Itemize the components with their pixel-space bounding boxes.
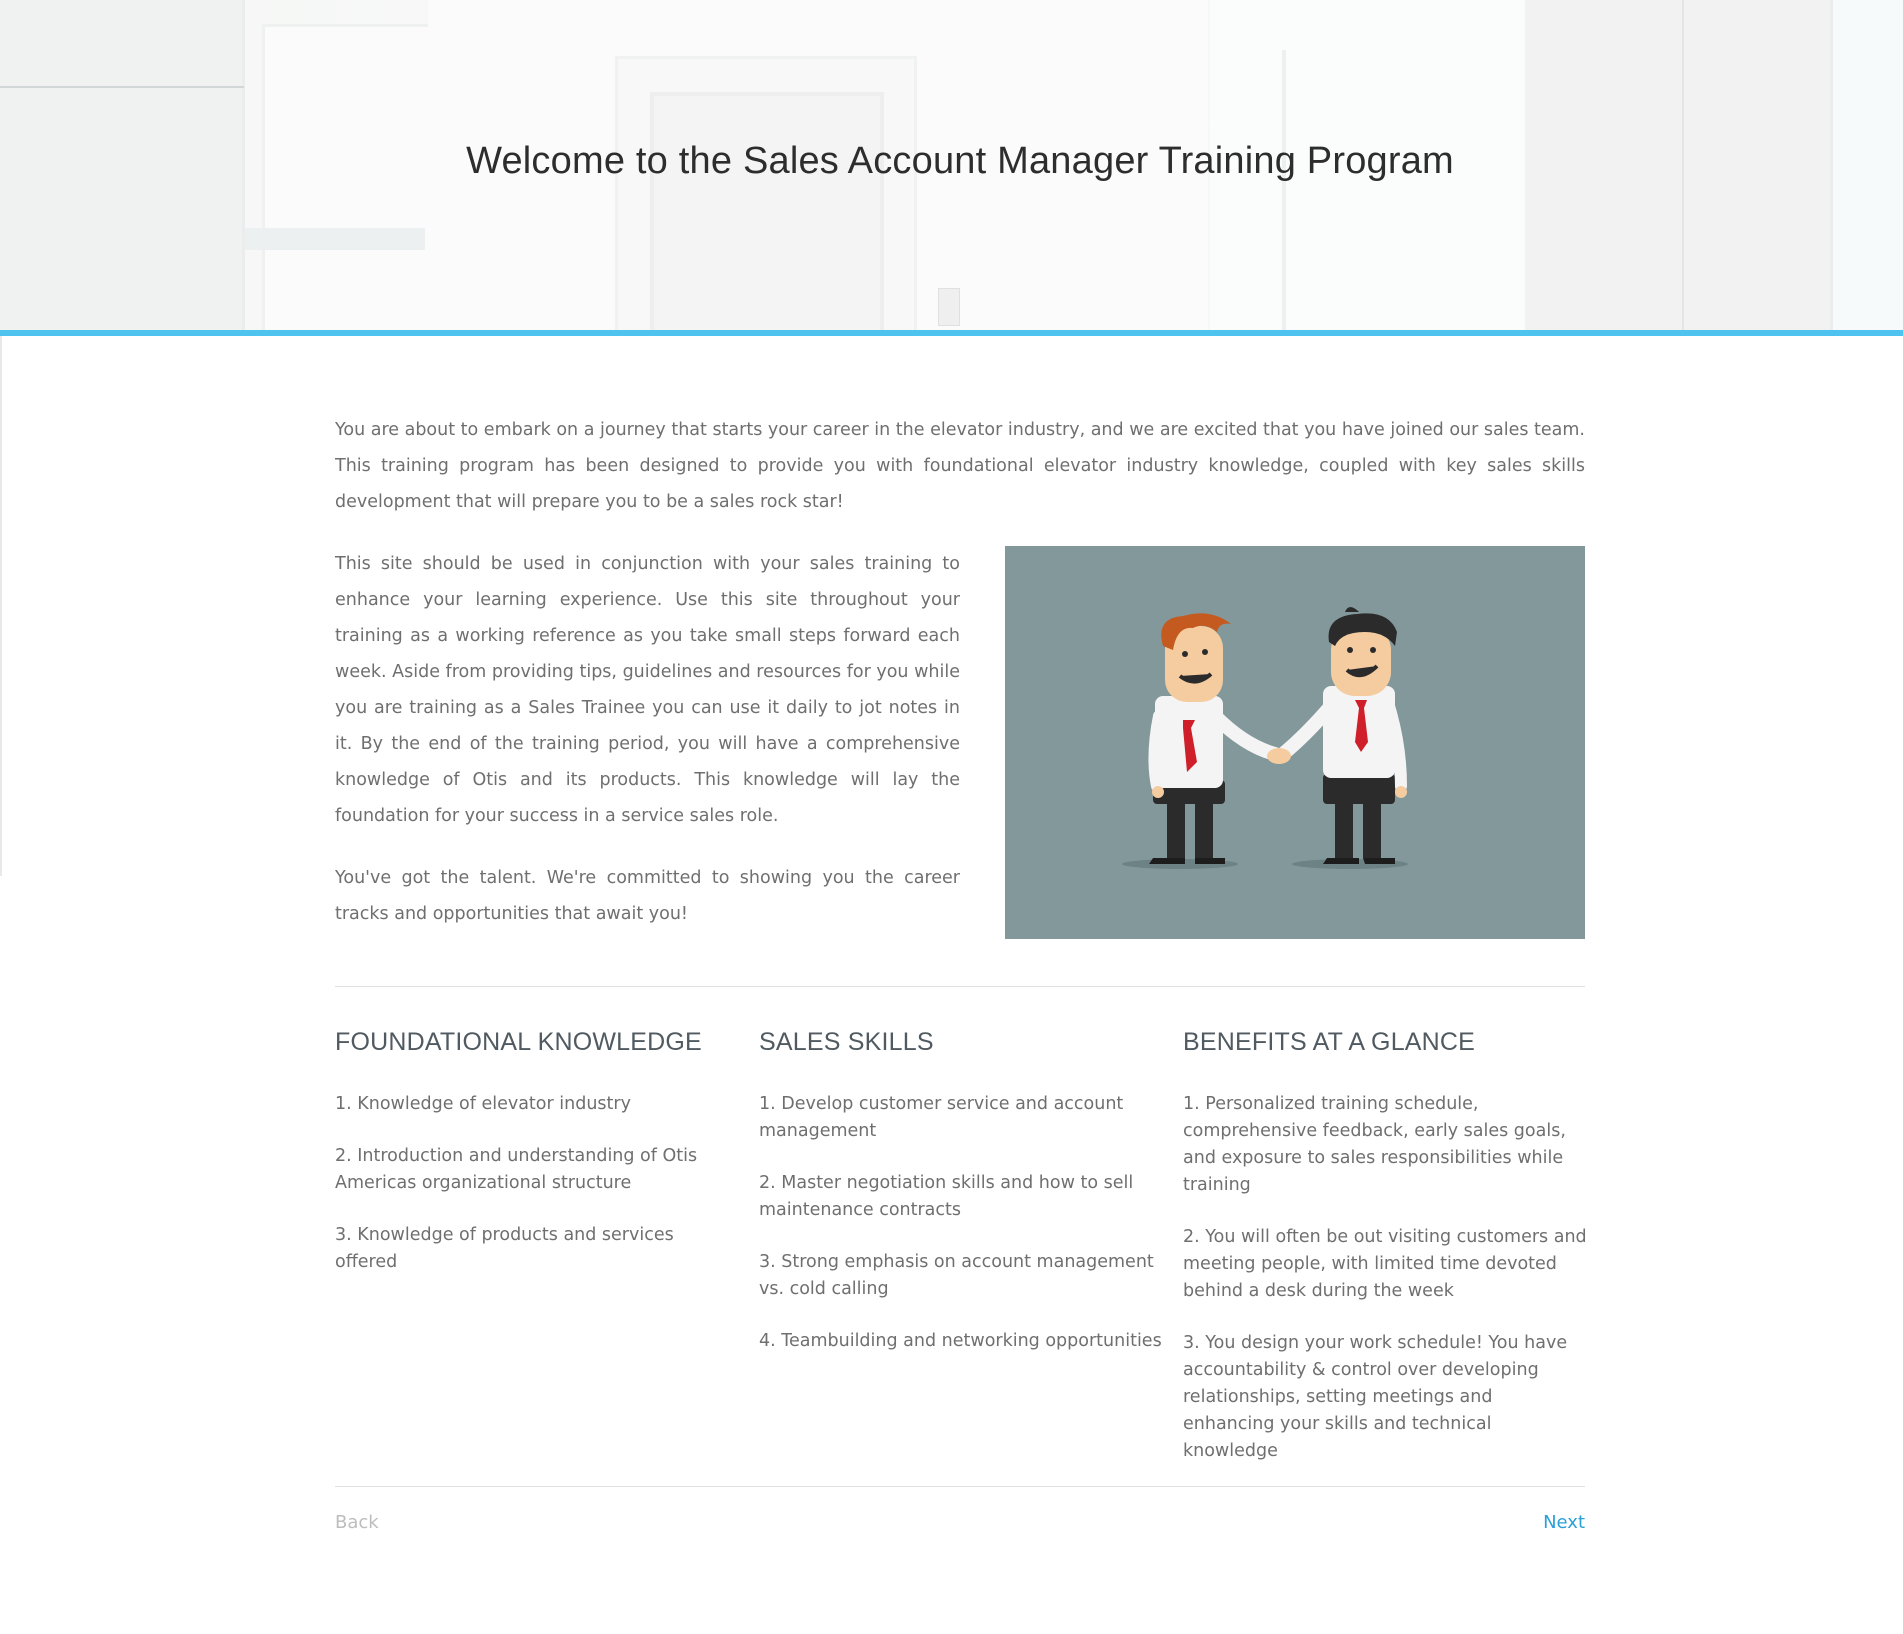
next-link[interactable]: Next xyxy=(1543,1512,1585,1533)
section-benefits-at-a-glance: BENEFITS AT A GLANCE 1. Personalized tra… xyxy=(1183,1028,1588,1490)
list-item: 2. You will often be out visiting custom… xyxy=(1183,1227,1587,1301)
hero-banner: Welcome to the Sales Account Manager Tra… xyxy=(0,0,1903,330)
handshake-illustration xyxy=(1005,546,1585,939)
back-link[interactable]: Back xyxy=(335,1512,379,1533)
body-text: This site should be used in conjunction … xyxy=(335,546,960,958)
list-item: 3. You design your work schedule! You ha… xyxy=(1183,1333,1568,1461)
list-item: 3. Strong emphasis on account management… xyxy=(759,1252,1154,1299)
left-edge-line xyxy=(0,336,2,876)
section-heading: BENEFITS AT A GLANCE xyxy=(1183,1028,1476,1056)
section-foundational-knowledge: FOUNDATIONAL KNOWLEDGE 1. Knowledge of e… xyxy=(335,1028,740,1301)
body-paragraph-2: You've got the talent. We're committed t… xyxy=(335,868,960,924)
page-title: Welcome to the Sales Account Manager Tra… xyxy=(466,140,1454,182)
list-item: 3. Knowledge of products and services of… xyxy=(335,1225,674,1272)
footer-divider xyxy=(335,1486,1585,1487)
section-heading: SALES SKILLS xyxy=(759,1028,934,1056)
list-item: 2. Master negotiation skills and how to … xyxy=(759,1173,1134,1220)
section-heading: FOUNDATIONAL KNOWLEDGE xyxy=(335,1028,702,1056)
hero-accent-border xyxy=(0,330,1903,336)
list-item: 1. Knowledge of elevator industry xyxy=(335,1094,631,1114)
intro-paragraph: You are about to embark on a journey tha… xyxy=(335,420,1585,512)
list-item: 4. Teambuilding and networking opportuni… xyxy=(759,1331,1162,1351)
handshake-icon xyxy=(1122,607,1408,869)
list-item: 2. Introduction and understanding of Oti… xyxy=(335,1146,698,1193)
section-sales-skills: SALES SKILLS 1. Develop customer service… xyxy=(759,1028,1164,1380)
body-paragraph-1: This site should be used in conjunction … xyxy=(335,554,960,826)
list-item: 1. Personalized training schedule, compr… xyxy=(1183,1094,1566,1195)
list-item: 1. Develop customer service and account … xyxy=(759,1094,1124,1141)
section-divider xyxy=(335,986,1585,987)
